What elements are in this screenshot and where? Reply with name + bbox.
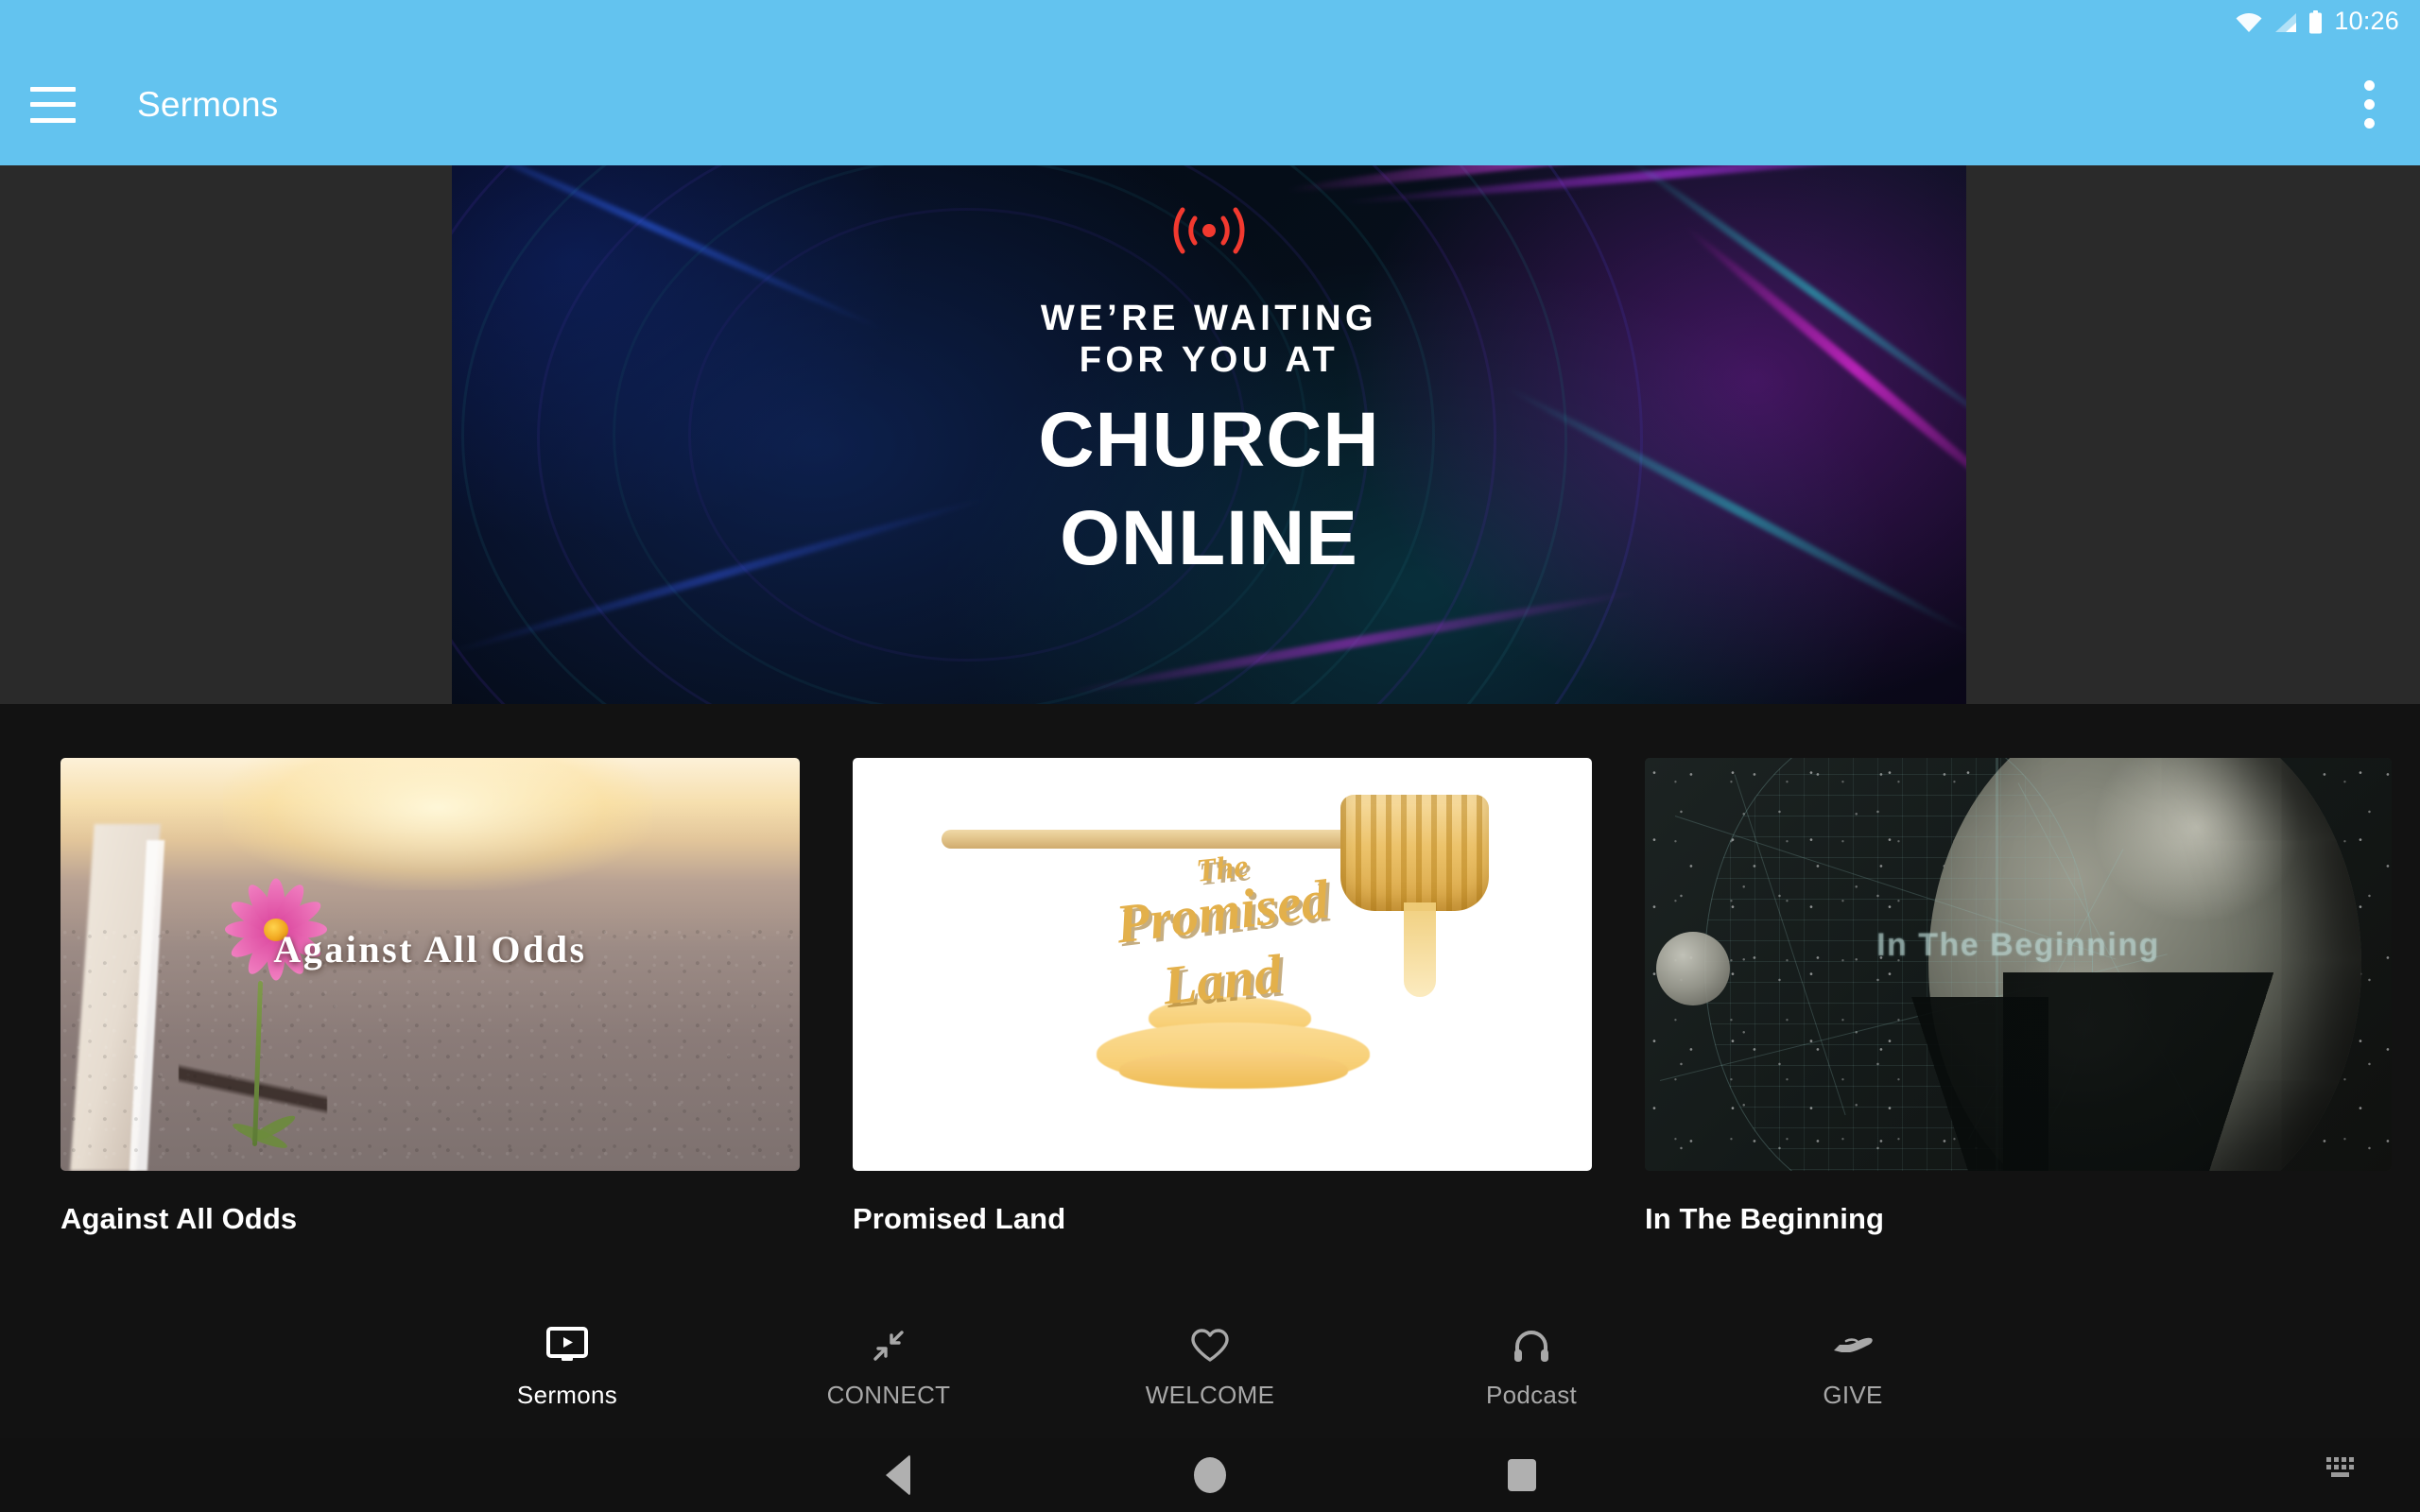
series-artwork-title: Against All Odds <box>273 928 587 971</box>
tv-play-icon <box>546 1324 588 1367</box>
keyboard-icon <box>2326 1457 2354 1477</box>
card-row: Against All Odds Against All Odds The Pr… <box>0 758 2420 1236</box>
series-card-promised-land[interactable]: The Promised Land Promised Land <box>853 758 1592 1236</box>
hamburger-menu-icon[interactable] <box>30 86 76 123</box>
hero-headline-line-2: ONLINE <box>1060 495 1358 582</box>
bottom-tab-bar: Sermons CONNECT WELCOME Podcast GIVE <box>0 1295 2420 1438</box>
tab-sermons[interactable]: Sermons <box>406 1324 728 1410</box>
honey-photo: The Promised Land <box>853 758 1592 1171</box>
page-title: Sermons <box>137 84 279 124</box>
status-bar-clock: 10:26 <box>2334 6 2399 35</box>
tab-label: GIVE <box>1823 1380 1883 1409</box>
tab-welcome[interactable]: WELCOME <box>1049 1324 1371 1410</box>
tab-label: Podcast <box>1485 1380 1578 1409</box>
battery-icon <box>2309 9 2323 33</box>
triangle-back-icon <box>886 1454 910 1496</box>
tab-give[interactable]: GIVE <box>1692 1324 2014 1410</box>
sermon-series-grid: Against All Odds Against All Odds The Pr… <box>0 704 2420 1295</box>
tab-label: WELCOME <box>1145 1380 1275 1409</box>
system-home-button[interactable] <box>1054 1457 1366 1493</box>
tab-connect[interactable]: CONNECT <box>728 1324 1049 1410</box>
hero-banner[interactable]: WE’RE WAITING FOR YOU AT CHURCH ONLINE <box>452 165 1966 704</box>
app-bar: Sermons <box>0 43 2420 165</box>
compress-arrows-icon <box>868 1324 909 1367</box>
square-recents-icon <box>1508 1459 1536 1491</box>
android-system-nav-bar <box>0 1438 2420 1512</box>
hero-headline-line-1: CHURCH <box>1038 397 1380 484</box>
hero-letterbox: WE’RE WAITING FOR YOU AT CHURCH ONLINE <box>0 165 2420 704</box>
keyboard-switch-button[interactable] <box>2324 1452 2361 1484</box>
live-broadcast-icon <box>1173 207 1245 254</box>
series-thumbnail[interactable]: Against All Odds <box>60 758 800 1171</box>
series-card-in-the-beginning[interactable]: In The Beginning In The Beginning <box>1645 758 2392 1236</box>
open-hand-icon <box>1831 1324 1875 1367</box>
honey-pool <box>1118 1051 1348 1089</box>
space-photo: In The Beginning <box>1645 758 2392 1171</box>
status-bar: 10:26 <box>0 0 2420 43</box>
headphones-icon <box>1511 1324 1552 1367</box>
series-card-title: In The Beginning <box>1645 1202 1885 1235</box>
wedge-shadow <box>2003 972 2392 1171</box>
cellular-signal-icon <box>2275 12 2297 32</box>
tab-podcast[interactable]: Podcast <box>1371 1324 1692 1410</box>
tab-label: Sermons <box>516 1380 618 1409</box>
more-vertical-icon[interactable] <box>2355 71 2384 138</box>
tab-label: CONNECT <box>826 1380 951 1409</box>
series-artwork-title: In The Beginning <box>1876 927 2160 964</box>
hero-kicker-line-1: WE’RE WAITING <box>1040 299 1378 338</box>
wedge-shadow <box>1869 997 2048 1171</box>
series-card-against-all-odds[interactable]: Against All Odds Against All Odds <box>60 758 800 1236</box>
heart-outline-icon <box>1189 1324 1231 1367</box>
series-thumbnail[interactable]: The Promised Land <box>853 758 1592 1171</box>
wifi-icon <box>2236 12 2262 32</box>
circle-home-icon <box>1194 1457 1226 1493</box>
hero-content: WE’RE WAITING FOR YOU AT CHURCH ONLINE <box>452 165 1966 704</box>
status-icon-group <box>2235 9 2323 34</box>
system-recents-button[interactable] <box>1366 1459 1678 1491</box>
series-thumbnail[interactable]: In The Beginning <box>1645 758 2392 1171</box>
series-card-title: Promised Land <box>853 1202 1066 1235</box>
system-back-button[interactable] <box>742 1454 1054 1496</box>
hero-kicker-line-2: FOR YOU AT <box>1079 340 1340 381</box>
sun-glow <box>223 758 652 890</box>
series-card-title: Against All Odds <box>60 1202 298 1235</box>
